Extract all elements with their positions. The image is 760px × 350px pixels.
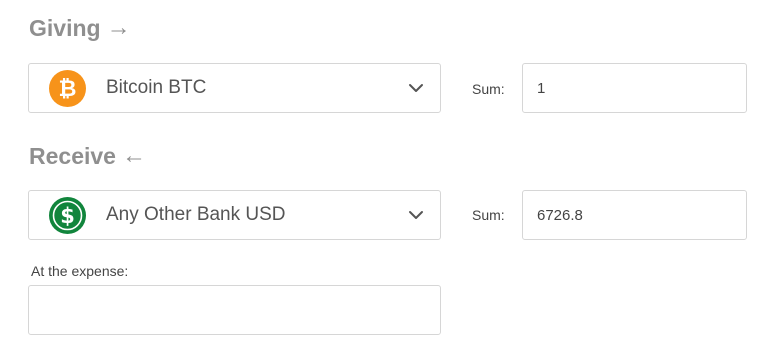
receive-sum-label: Sum:	[472, 207, 505, 223]
giving-title: Giving	[29, 14, 101, 41]
giving-currency-select[interactable]: ₿ Bitcoin BTC	[28, 63, 441, 113]
receive-sum-input[interactable]	[522, 190, 747, 240]
receive-currency-select[interactable]: $ Any Other Bank USD	[28, 190, 441, 240]
left-arrow-icon: ←	[121, 142, 146, 169]
expense-input[interactable]	[28, 285, 441, 335]
exchange-form: Giving → ₿ Bitcoin BTC Sum: Receive ← $ …	[0, 0, 760, 350]
chevron-down-icon[interactable]	[408, 80, 424, 96]
receive-currency-label: Any Other Bank USD	[106, 204, 286, 225]
dollar-glyph: $	[60, 204, 75, 228]
expense-label: At the expense:	[31, 263, 129, 279]
chevron-down-icon[interactable]	[408, 207, 424, 223]
giving-heading: Giving →	[29, 14, 131, 42]
giving-sum-input[interactable]	[522, 63, 747, 113]
bitcoin-glyph: ₿	[59, 77, 77, 102]
right-arrow-icon: →	[106, 14, 131, 41]
giving-currency-label: Bitcoin BTC	[106, 77, 207, 98]
dollar-icon: $	[49, 196, 86, 234]
giving-sum-label: Sum:	[472, 81, 505, 97]
receive-heading: Receive ←	[29, 142, 146, 170]
bitcoin-icon: ₿	[49, 69, 86, 107]
receive-title: Receive	[29, 142, 116, 169]
